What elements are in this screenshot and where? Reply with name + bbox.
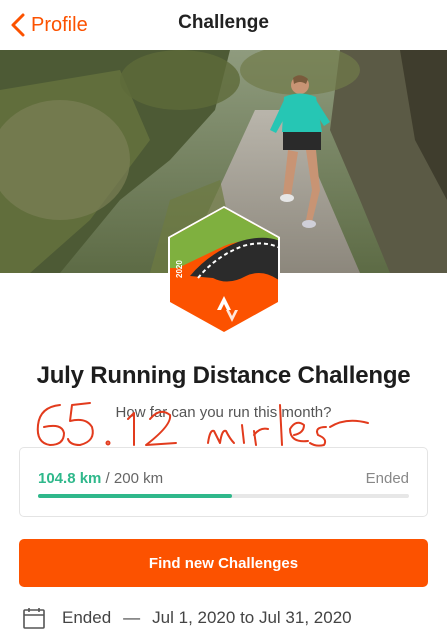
calendar-icon bbox=[23, 608, 45, 629]
progress-current: 104.8 km bbox=[38, 470, 102, 487]
dates-separator: — bbox=[123, 608, 141, 627]
challenge-dates: Ended — Jul 1, 2020 to Jul 31, 2020 bbox=[22, 606, 352, 630]
page-title: Challenge bbox=[178, 12, 269, 33]
dates-range: Jul 1, 2020 to Jul 31, 2020 bbox=[152, 608, 352, 627]
progress-bar-fill bbox=[38, 494, 233, 498]
progress-text: 104.8 km / 200 km bbox=[38, 470, 163, 487]
nav-bar: Profile Challenge bbox=[0, 0, 447, 50]
challenge-subtitle: How far can you run this month? bbox=[115, 404, 332, 421]
progress-bar bbox=[38, 494, 409, 498]
progress-goal: 200 km bbox=[113, 470, 164, 487]
challenge-title: July Running Distance Challenge bbox=[36, 362, 411, 389]
progress-card: 104.8 km / 200 km Ended bbox=[19, 447, 428, 517]
badge-year: 2020 bbox=[175, 260, 184, 278]
find-challenges-button[interactable]: Find new Challenges bbox=[19, 539, 428, 587]
dates-status: Ended bbox=[62, 608, 112, 627]
progress-separator: / bbox=[101, 470, 114, 487]
status-label: Ended bbox=[365, 470, 409, 487]
challenge-badge: 2020 bbox=[168, 206, 280, 334]
